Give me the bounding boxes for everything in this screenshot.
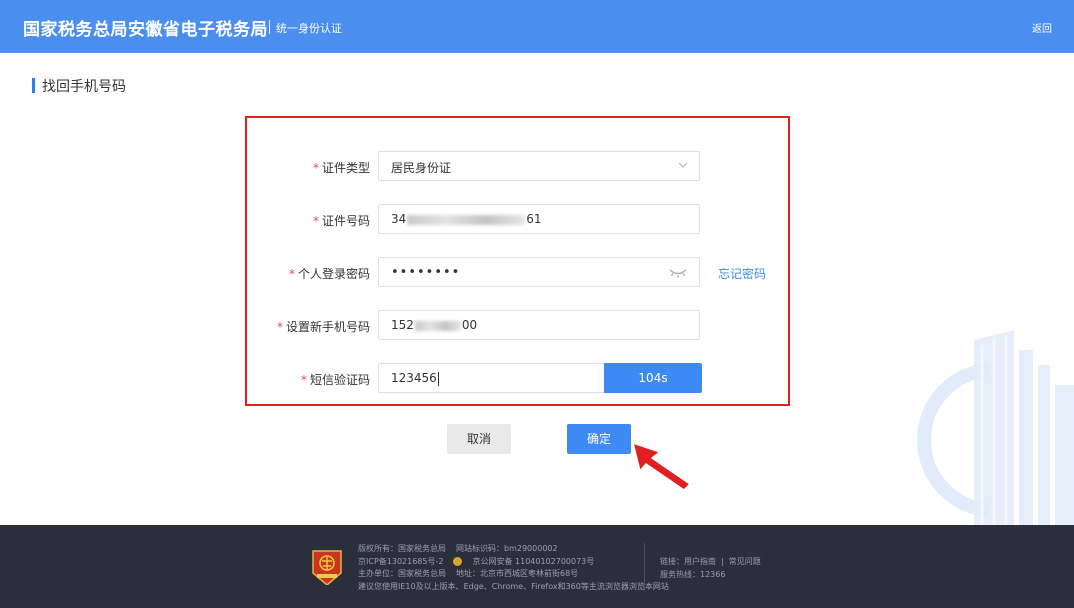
back-link[interactable]: 返回: [1032, 20, 1052, 35]
footer-icp[interactable]: 京ICP备13021685号-2: [358, 557, 443, 566]
form-row-password: * 个人登录密码 •••••••• 忘记密码: [0, 257, 1074, 289]
faq-link[interactable]: 常见问题: [729, 557, 761, 566]
form-row-id-number: * 证件号码 34 61: [0, 204, 1074, 236]
id-number-input[interactable]: 34 61: [378, 204, 700, 234]
section-title-bar: [32, 78, 35, 93]
footer-address: 地址：北京市西城区枣林前街68号: [456, 569, 579, 578]
footer-hotline: 服务热线：12366: [660, 570, 726, 579]
confirm-button[interactable]: 确定: [567, 424, 631, 454]
form-row-id-type: * 证件类型 居民身份证: [0, 151, 1074, 183]
header-divider: [269, 20, 270, 34]
id-type-label: * 证件类型: [312, 161, 370, 175]
user-guide-link[interactable]: 用户指南: [684, 557, 716, 566]
building-watermark-icon: [916, 330, 1074, 525]
footer-line-1: 版权所有：国家税务总局 网站标识码：bm29000002: [358, 543, 679, 556]
eye-closed-icon[interactable]: [669, 267, 687, 279]
footer-browser-tip: 建议您使用IE10及以上版本、Edge、Chrome、Firefox和360等主…: [358, 581, 669, 591]
id-type-select[interactable]: 居民身份证: [378, 151, 700, 181]
footer-line-4: 建议您使用IE10及以上版本、Edge、Chrome、Firefox和360等主…: [358, 581, 679, 594]
text-caret: [437, 371, 439, 386]
footer-links: 链接：用户指南 | 常见问题 服务热线：12366: [660, 555, 761, 581]
form-row-sms-code: * 短信验证码 123456 104s: [0, 363, 1074, 395]
footer-police[interactable]: 京公网安备 11040102700073号: [472, 557, 594, 566]
top-header: 国家税务总局安徽省电子税务局 统一身份认证 返回: [0, 0, 1074, 53]
chevron-down-icon: [678, 162, 688, 168]
site-footer: 版权所有：国家税务总局 网站标识码：bm29000002 京ICP备1302168…: [0, 525, 1074, 608]
sms-code-label: * 短信验证码: [300, 373, 370, 387]
sms-code-input[interactable]: 123456: [378, 363, 604, 393]
new-phone-redaction: [414, 320, 461, 331]
footer-info: 版权所有：国家税务总局 网站标识码：bm29000002 京ICP备1302168…: [358, 543, 679, 593]
sms-code-value: 123456: [391, 371, 437, 385]
footer-links-label: 链接：: [660, 557, 684, 566]
tax-emblem-icon: [312, 550, 342, 585]
header-subtitle: 统一身份认证: [276, 22, 342, 35]
password-input[interactable]: ••••••••: [378, 257, 700, 287]
footer-site-code: 网站标识码：bm29000002: [456, 544, 558, 553]
footer-copyright: 版权所有：国家税务总局: [358, 544, 446, 553]
footer-sponsor: 主办单位：国家税务总局: [358, 569, 446, 578]
footer-line-3: 主办单位：国家税务总局 地址：北京市西城区枣林前街68号: [358, 568, 679, 581]
new-phone-suffix: 00: [461, 318, 478, 332]
id-number-suffix: 61: [526, 212, 542, 226]
forgot-password-link[interactable]: 忘记密码: [718, 265, 766, 282]
link-separator: |: [721, 557, 724, 566]
page-title: 找回手机号码: [42, 79, 126, 95]
site-brand: 国家税务总局安徽省电子税务局: [23, 20, 268, 40]
footer-line-2: 京ICP备13021685号-2 京公网安备 11040102700073号: [358, 556, 679, 569]
footer-divider: [644, 543, 645, 591]
id-number-label: * 证件号码: [312, 214, 370, 228]
new-phone-label: * 设置新手机号码: [276, 320, 370, 334]
new-phone-prefix: 152: [391, 318, 414, 332]
pointer-arrow-icon: [632, 442, 691, 491]
police-badge-icon: [453, 556, 463, 566]
form-row-new-phone: * 设置新手机号码 152 00: [0, 310, 1074, 342]
sms-countdown-button[interactable]: 104s: [604, 363, 702, 393]
cancel-button[interactable]: 取消: [447, 424, 511, 454]
password-label: * 个人登录密码: [288, 267, 370, 281]
new-phone-input[interactable]: 152 00: [378, 310, 700, 340]
password-value: ••••••••: [391, 265, 461, 280]
id-type-value: 居民身份证: [391, 161, 452, 175]
id-number-redaction: [407, 214, 526, 225]
id-number-prefix: 34: [391, 212, 407, 226]
